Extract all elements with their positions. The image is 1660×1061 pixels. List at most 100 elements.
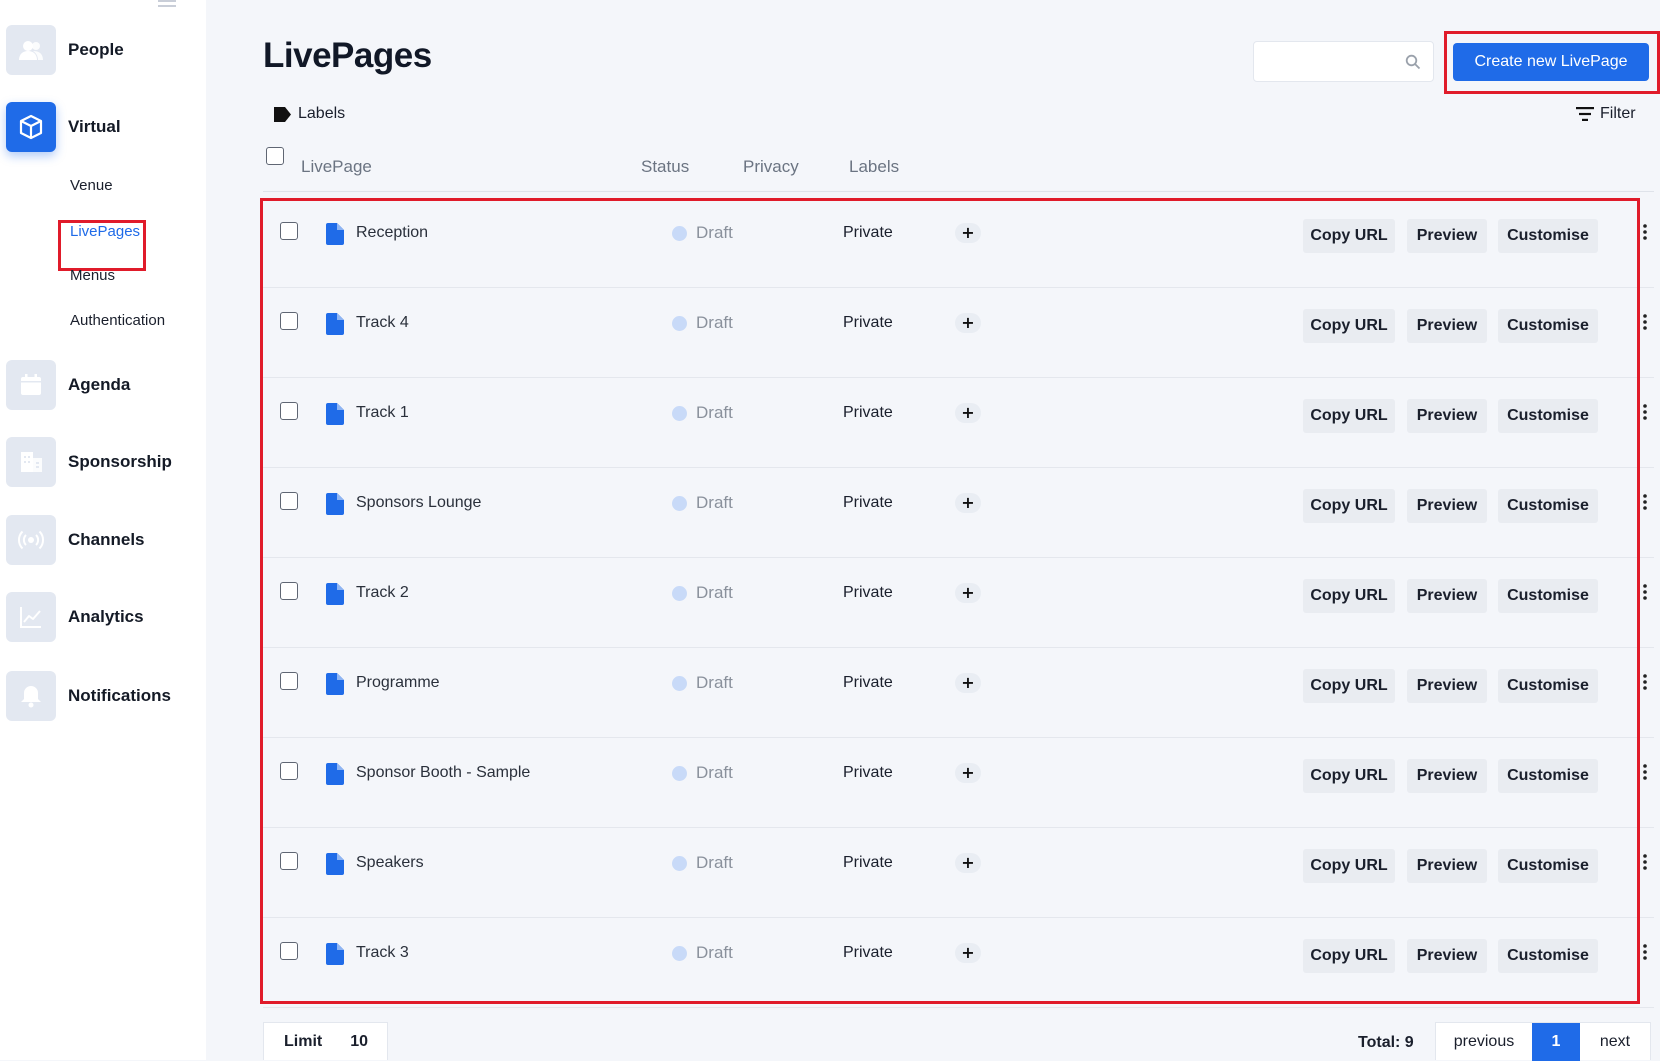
subnav-venue[interactable]: Venue	[70, 177, 113, 194]
more-options-icon[interactable]	[1639, 673, 1651, 691]
status-badge: Draft	[672, 673, 733, 693]
copy-url-button[interactable]: Copy URL	[1303, 219, 1395, 253]
status-text: Draft	[696, 403, 733, 422]
more-options-icon[interactable]	[1639, 853, 1651, 871]
livepage-name[interactable]: Speakers	[356, 854, 424, 872]
add-label-button[interactable]: +	[955, 493, 981, 513]
nav-item-virtual[interactable]: Virtual	[6, 101, 121, 153]
more-options-icon[interactable]	[1639, 403, 1651, 421]
copy-url-button[interactable]: Copy URL	[1303, 399, 1395, 433]
customise-button[interactable]: Customise	[1498, 669, 1598, 703]
subnav-menus[interactable]: Menus	[70, 267, 115, 284]
nav-item-channels[interactable]: Channels	[6, 514, 145, 566]
add-label-button[interactable]: +	[955, 403, 981, 423]
page-1-button[interactable]: 1	[1532, 1023, 1580, 1061]
nav-item-analytics[interactable]: Analytics	[6, 591, 144, 643]
nav-item-agenda[interactable]: Agenda	[6, 359, 130, 411]
customise-button[interactable]: Customise	[1498, 759, 1598, 793]
column-header-livepage[interactable]: LivePage	[301, 157, 372, 177]
copy-url-button[interactable]: Copy URL	[1303, 579, 1395, 613]
copy-url-button[interactable]: Copy URL	[1303, 489, 1395, 523]
copy-url-button[interactable]: Copy URL	[1303, 309, 1395, 343]
livepage-name[interactable]: Track 1	[356, 404, 409, 422]
add-label-button[interactable]: +	[955, 943, 981, 963]
preview-button[interactable]: Preview	[1407, 669, 1487, 703]
livepage-name[interactable]: Track 2	[356, 584, 409, 602]
customise-button[interactable]: Customise	[1498, 399, 1598, 433]
copy-url-button[interactable]: Copy URL	[1303, 759, 1395, 793]
nav-item-label: People	[68, 40, 124, 59]
filter-button[interactable]: Filter	[1576, 105, 1636, 123]
privacy-value: Private	[843, 404, 893, 421]
livepage-name[interactable]: Sponsor Booth - Sample	[356, 764, 530, 782]
add-label-button[interactable]: +	[955, 583, 981, 603]
status-dot	[672, 765, 687, 781]
add-label-button[interactable]: +	[955, 673, 981, 693]
add-label-button[interactable]: +	[955, 763, 981, 783]
customise-button[interactable]: Customise	[1498, 219, 1598, 253]
preview-button[interactable]: Preview	[1407, 759, 1487, 793]
row-checkbox[interactable]	[280, 852, 298, 870]
livepage-name[interactable]: Track 4	[356, 314, 409, 332]
document-icon	[326, 223, 344, 245]
nav-item-notifications[interactable]: Notifications	[6, 670, 171, 722]
column-header-labels[interactable]: Labels	[849, 157, 899, 177]
table-row: Sponsors Lounge Draft Private + Copy URL Prev…	[263, 468, 1654, 558]
more-options-icon[interactable]	[1639, 223, 1651, 241]
add-label-button[interactable]: +	[955, 223, 981, 243]
row-checkbox[interactable]	[280, 222, 298, 240]
livepage-name[interactable]: Reception	[356, 224, 428, 242]
customise-button[interactable]: Customise	[1498, 309, 1598, 343]
nav-item-label: Virtual	[68, 117, 121, 136]
filter-icon	[1576, 107, 1594, 121]
row-checkbox[interactable]	[280, 402, 298, 420]
column-header-status[interactable]: Status	[641, 157, 689, 177]
row-checkbox[interactable]	[280, 762, 298, 780]
add-label-button[interactable]: +	[955, 313, 981, 333]
preview-button[interactable]: Preview	[1407, 219, 1487, 253]
row-checkbox[interactable]	[280, 582, 298, 600]
more-options-icon[interactable]	[1639, 763, 1651, 781]
customise-button[interactable]: Customise	[1498, 579, 1598, 613]
preview-button[interactable]: Preview	[1407, 489, 1487, 523]
preview-button[interactable]: Preview	[1407, 309, 1487, 343]
row-checkbox[interactable]	[280, 312, 298, 330]
subnav-authentication[interactable]: Authentication	[70, 312, 165, 329]
livepage-name[interactable]: Programme	[356, 674, 440, 692]
livepage-name[interactable]: Sponsors Lounge	[356, 494, 481, 512]
more-options-icon[interactable]	[1639, 583, 1651, 601]
customise-button[interactable]: Customise	[1498, 939, 1598, 973]
nav-item-people[interactable]: People	[6, 24, 124, 76]
row-checkbox[interactable]	[280, 672, 298, 690]
preview-button[interactable]: Preview	[1407, 579, 1487, 613]
preview-button[interactable]: Preview	[1407, 849, 1487, 883]
copy-url-button[interactable]: Copy URL	[1303, 849, 1395, 883]
search-input[interactable]	[1254, 42, 1394, 81]
more-options-icon[interactable]	[1639, 313, 1651, 331]
copy-url-button[interactable]: Copy URL	[1303, 669, 1395, 703]
customise-button[interactable]: Customise	[1498, 849, 1598, 883]
status-dot	[672, 495, 687, 511]
row-checkbox[interactable]	[280, 942, 298, 960]
status-dot	[672, 405, 687, 421]
preview-button[interactable]: Preview	[1407, 939, 1487, 973]
more-options-icon[interactable]	[1639, 493, 1651, 511]
labels-toggle[interactable]: Labels	[274, 105, 345, 123]
previous-page-button[interactable]: previous	[1436, 1023, 1532, 1061]
row-checkbox[interactable]	[280, 492, 298, 510]
column-header-privacy[interactable]: Privacy	[743, 157, 799, 177]
collapse-menu-icon[interactable]	[158, 0, 176, 12]
copy-url-button[interactable]: Copy URL	[1303, 939, 1395, 973]
preview-button[interactable]: Preview	[1407, 399, 1487, 433]
select-all-checkbox[interactable]	[266, 147, 284, 165]
more-options-icon[interactable]	[1639, 943, 1651, 961]
next-page-button[interactable]: next	[1580, 1023, 1650, 1061]
status-text: Draft	[696, 763, 733, 782]
status-text: Draft	[696, 673, 733, 692]
search-box[interactable]	[1253, 41, 1434, 82]
livepage-name[interactable]: Track 3	[356, 944, 409, 962]
add-label-button[interactable]: +	[955, 853, 981, 873]
nav-item-sponsorship[interactable]: Sponsorship	[6, 436, 172, 488]
customise-button[interactable]: Customise	[1498, 489, 1598, 523]
limit-value[interactable]: 10	[350, 1033, 368, 1051]
